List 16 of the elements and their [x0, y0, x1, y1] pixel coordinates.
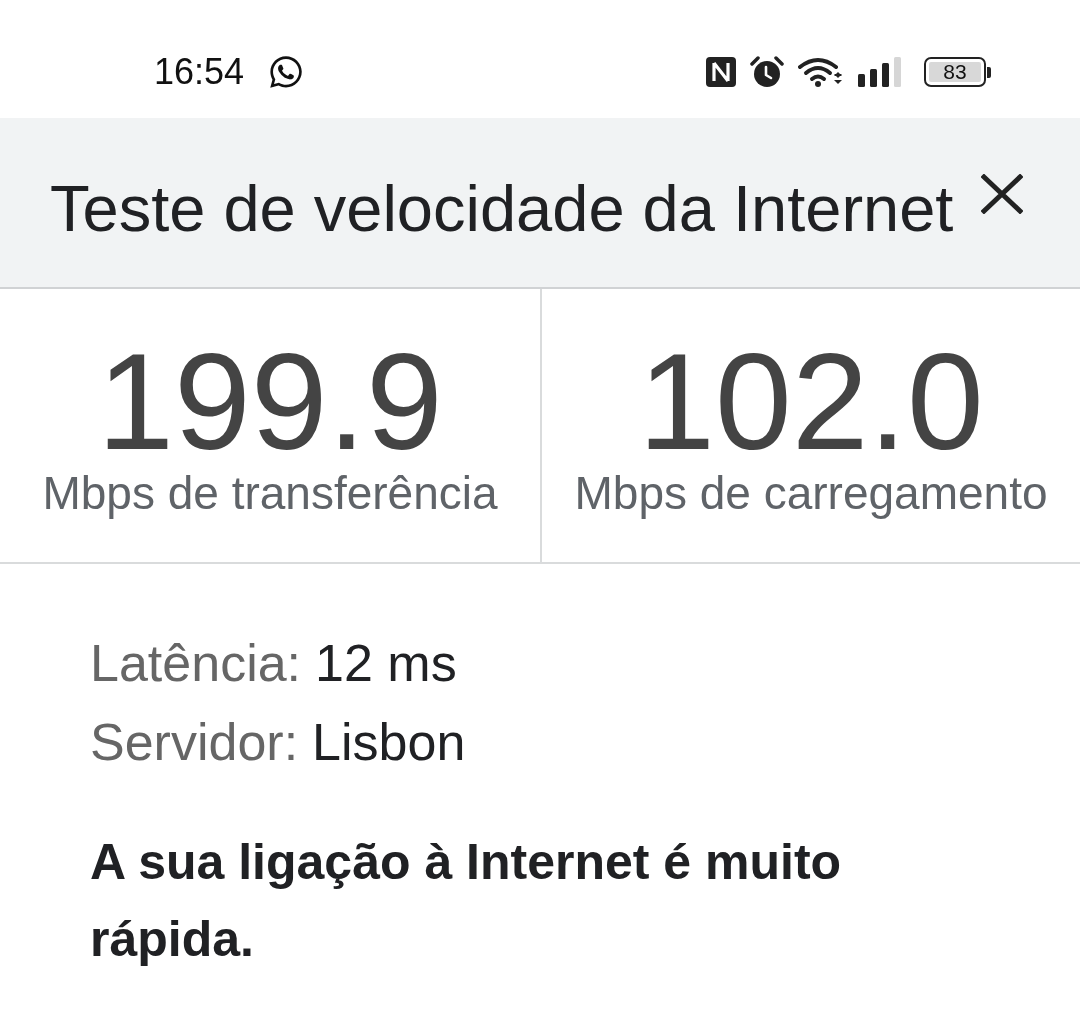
- speed-summary: A sua ligação à Internet é muito rápida.: [90, 833, 843, 969]
- status-time: 16:54: [154, 54, 245, 90]
- alarm-clock-icon: [750, 56, 784, 88]
- close-icon: [981, 174, 1023, 214]
- speed-value: 199.9: [97, 332, 443, 470]
- detail-value: 12 ms: [315, 633, 457, 694]
- speed-value: 102.0: [638, 332, 984, 470]
- detail-value: Lisbon: [312, 712, 466, 773]
- signal-icon: [858, 57, 902, 87]
- detail-label: Servidor:: [90, 712, 299, 773]
- battery-percentage: 83: [929, 62, 981, 82]
- chat-phone-icon: [268, 54, 305, 90]
- page-title: Teste de velocidade da Internet: [50, 176, 954, 241]
- wifi-icon: [798, 57, 844, 87]
- nfc-icon: [706, 57, 736, 87]
- detail-label: Latência:: [90, 633, 302, 694]
